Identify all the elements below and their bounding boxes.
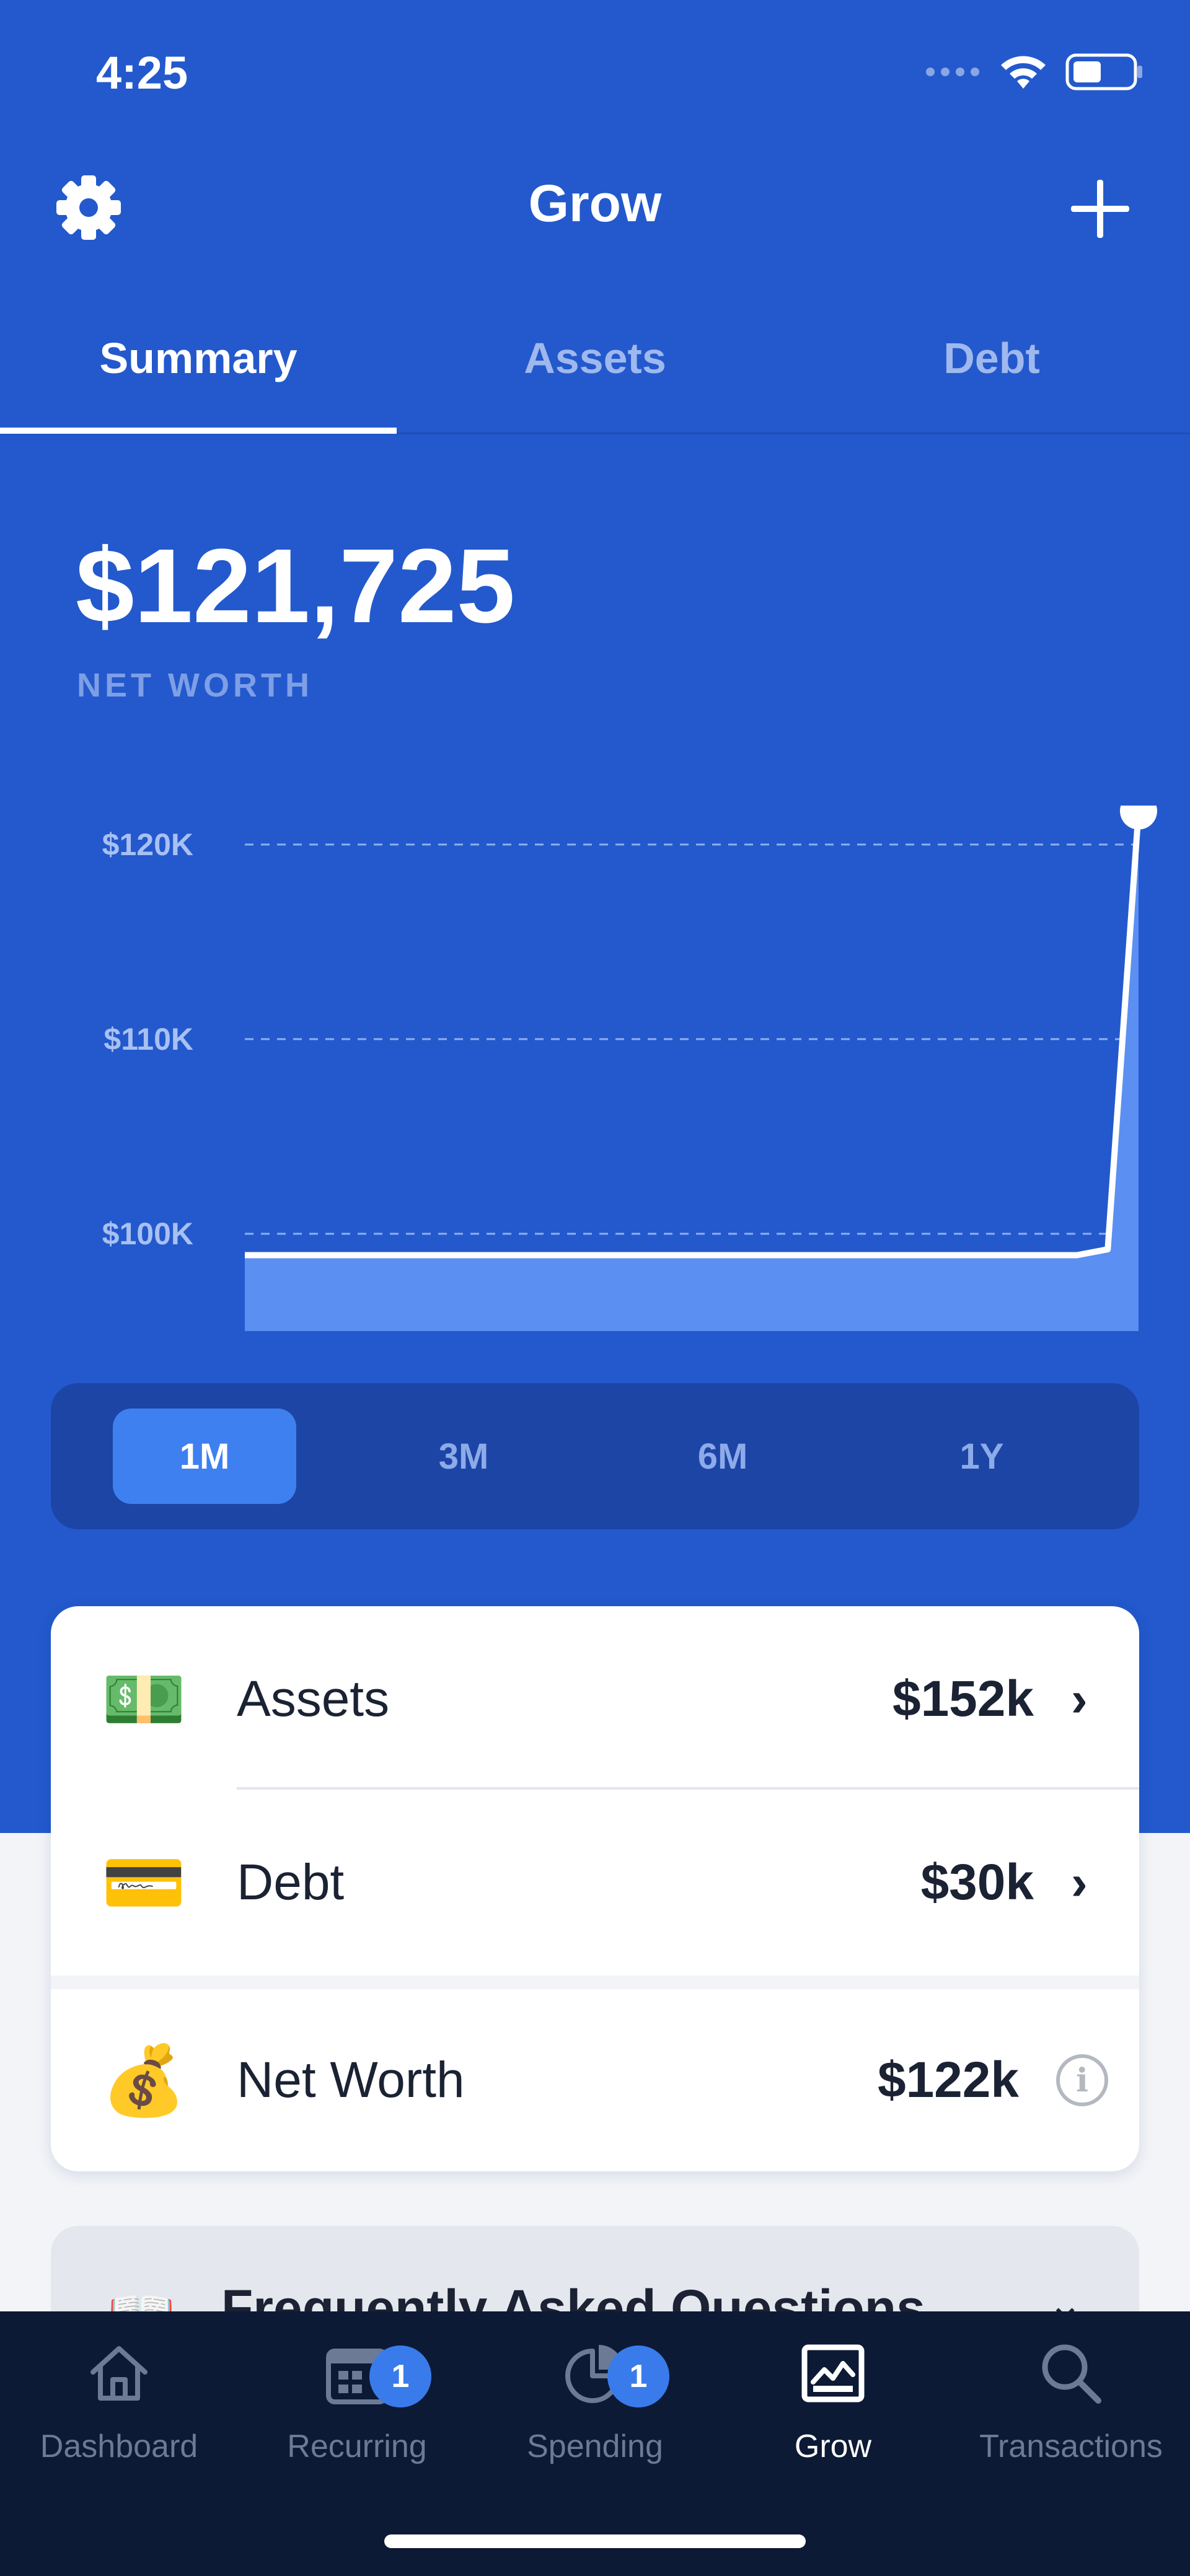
nav-recurring[interactable]: Recurring 1 (238, 2336, 476, 2465)
nav-label: Transactions (979, 2429, 1163, 2464)
debt-amount: $30k (920, 1854, 1034, 1910)
assets-amount: $152k (892, 1671, 1034, 1727)
spending-badge: 1 (607, 2345, 669, 2407)
assets-label: Assets (237, 1671, 390, 1727)
range-3m-button[interactable]: 3M (372, 1409, 555, 1504)
tab-summary[interactable]: Summary (0, 322, 397, 434)
tab-assets[interactable]: Assets (397, 322, 793, 434)
y-tick-label: $110K (104, 1022, 193, 1057)
nav-spending[interactable]: Spending 1 (476, 2336, 714, 2465)
status-time: 4:25 (96, 47, 188, 99)
credit-card-icon: 💳 (101, 1844, 187, 1921)
active-tab-indicator (0, 428, 397, 434)
wifi-icon (1001, 56, 1046, 89)
row-gap (51, 1976, 1139, 1989)
nav-grow[interactable]: Grow (714, 2336, 952, 2465)
net-worth-value: $121,725 (76, 527, 516, 645)
y-tick-label: $120K (102, 827, 193, 862)
range-6m-button[interactable]: 6M (631, 1409, 814, 1504)
line-chart-icon (801, 2344, 865, 2402)
recurring-badge: 1 (369, 2345, 431, 2407)
net-worth-label: NET WORTH (77, 667, 313, 704)
tab-debt[interactable]: Debt (793, 322, 1190, 434)
nav-label: Spending (527, 2429, 663, 2464)
nav-dashboard[interactable]: Dashboard (0, 2336, 238, 2465)
home-icon (90, 2346, 148, 2401)
add-button[interactable] (1066, 175, 1134, 243)
nav-label: Grow (794, 2429, 872, 2464)
net-worth-chart: $120K $110K $100K (102, 806, 1157, 1331)
net-worth-row-label: Net Worth (237, 2052, 465, 2108)
nav-label: Dashboard (40, 2429, 198, 2464)
debt-row[interactable]: 💳 Debt $30k › (51, 1790, 1139, 1976)
status-icons (925, 53, 1144, 91)
nav-label: Recurring (287, 2429, 427, 2464)
range-selector: 1M 3M 6M 1Y (51, 1383, 1139, 1529)
chevron-right-icon: › (1071, 1855, 1088, 1910)
info-icon[interactable]: i (1056, 2054, 1108, 2106)
summary-card: 💵 Assets $152k › 💳 Debt $30k › 💰 Net Wor… (51, 1606, 1139, 2171)
y-tick-label: $100K (102, 1216, 193, 1251)
money-bag-icon: 💰 (101, 2042, 187, 2119)
range-1y-button[interactable]: 1Y (890, 1409, 1073, 1504)
net-worth-row-amount: $122k (877, 2052, 1019, 2108)
assets-row[interactable]: 💵 Assets $152k › (51, 1606, 1139, 1792)
tab-bar: Summary Assets Debt (0, 322, 1190, 434)
range-1m-button[interactable]: 1M (113, 1409, 296, 1504)
chevron-right-icon: › (1071, 1671, 1088, 1726)
debt-label: Debt (237, 1854, 345, 1910)
plus-icon (1071, 180, 1129, 238)
battery-icon (1065, 53, 1142, 90)
search-icon (1042, 2344, 1101, 2404)
signal-icon (926, 68, 979, 76)
page-title: Grow (528, 174, 662, 232)
net-worth-row: 💰 Net Worth $122k i (51, 1989, 1139, 2171)
latest-value-point (1120, 806, 1157, 830)
home-indicator (384, 2534, 806, 2548)
money-icon: 💵 (101, 1661, 187, 1738)
series-line (245, 811, 1142, 1259)
nav-transactions[interactable]: Transactions (952, 2336, 1190, 2465)
